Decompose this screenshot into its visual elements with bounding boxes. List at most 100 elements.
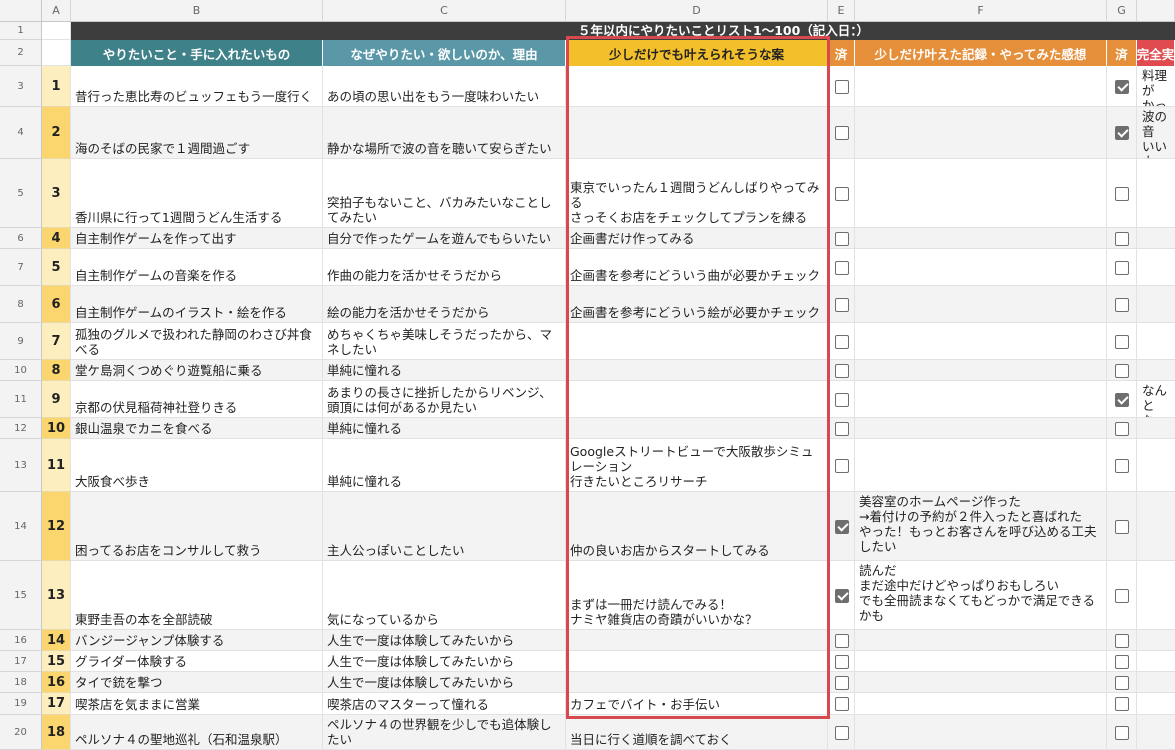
column-header-a[interactable]: A: [42, 0, 71, 22]
reason-cell[interactable]: 人生で一度は体験してみたいから: [323, 651, 566, 672]
plan-cell[interactable]: [566, 107, 828, 159]
checkbox[interactable]: [1115, 364, 1129, 378]
complete-cell[interactable]: [1137, 228, 1175, 249]
checkbox[interactable]: [1115, 80, 1129, 94]
checkbox[interactable]: [835, 298, 849, 312]
plan-cell[interactable]: [566, 381, 828, 418]
wish-cell[interactable]: 海のそばの民家で１週間過ごす: [71, 107, 323, 159]
reason-cell[interactable]: 作曲の能力を活かせそうだから: [323, 249, 566, 286]
wish-cell[interactable]: グライダー体験する: [71, 651, 323, 672]
record-cell[interactable]: [855, 381, 1107, 418]
column-header-b[interactable]: B: [71, 0, 323, 22]
checkbox[interactable]: [1115, 393, 1129, 407]
header-done-2[interactable]: 済: [1107, 40, 1137, 66]
complete-cell[interactable]: [1137, 439, 1175, 492]
header-small-plan[interactable]: 少しだけでも叶えられそうな案: [566, 40, 828, 66]
row-header-5[interactable]: 5: [0, 159, 42, 228]
reason-cell[interactable]: めちゃくちゃ美味しそうだったから、マネしたい: [323, 323, 566, 360]
wish-cell[interactable]: 自主制作ゲームのイラスト・絵を作る: [71, 286, 323, 323]
complete-cell[interactable]: [1137, 286, 1175, 323]
row-header-18[interactable]: 18: [0, 672, 42, 693]
reason-cell[interactable]: 人生で一度は体験してみたいから: [323, 672, 566, 693]
plan-cell[interactable]: [566, 360, 828, 381]
wish-cell[interactable]: 孤独のグルメで扱われた静岡のわさび丼食べる: [71, 323, 323, 360]
row-header-8[interactable]: 8: [0, 286, 42, 323]
wish-cell[interactable]: 東野圭吾の本を全部読破: [71, 561, 323, 630]
row-header-6[interactable]: 6: [0, 228, 42, 249]
header-complete[interactable]: 完全実: [1137, 40, 1175, 66]
wish-cell[interactable]: 大阪食べ歩き: [71, 439, 323, 492]
reason-cell[interactable]: あの頃の思い出をもう一度味わいたい: [323, 66, 566, 107]
record-cell[interactable]: [855, 651, 1107, 672]
record-cell[interactable]: [855, 66, 1107, 107]
item-number[interactable]: 14: [42, 630, 71, 651]
item-number[interactable]: 5: [42, 249, 71, 286]
record-cell[interactable]: [855, 228, 1107, 249]
column-header-d[interactable]: D: [566, 0, 828, 22]
row-header-9[interactable]: 9: [0, 323, 42, 360]
item-number[interactable]: 1: [42, 66, 71, 107]
checkbox[interactable]: [835, 261, 849, 275]
checkbox[interactable]: [835, 726, 849, 740]
row-header-14[interactable]: 14: [0, 492, 42, 561]
record-cell[interactable]: [855, 439, 1107, 492]
plan-cell[interactable]: 企画書を参考にどういう曲が必要かチェック: [566, 249, 828, 286]
wish-cell[interactable]: 困ってるお店をコンサルして救う: [71, 492, 323, 561]
complete-cell[interactable]: なんと なった: [1137, 381, 1175, 418]
plan-cell[interactable]: [566, 672, 828, 693]
item-number[interactable]: 15: [42, 651, 71, 672]
plan-cell[interactable]: 東京でいったん１週間うどんしばりやってみる さっそくお店をチェックしてプランを練…: [566, 159, 828, 228]
item-number[interactable]: 3: [42, 159, 71, 228]
row-header-12[interactable]: 12: [0, 418, 42, 439]
row-header-11[interactable]: 11: [0, 381, 42, 418]
complete-cell[interactable]: 波の音 いい人 らった: [1137, 107, 1175, 159]
complete-cell[interactable]: [1137, 492, 1175, 561]
record-cell[interactable]: [855, 715, 1107, 750]
wish-cell[interactable]: 京都の伏見稲荷神社登りきる: [71, 381, 323, 418]
column-header-e[interactable]: E: [828, 0, 855, 22]
checkbox[interactable]: [1115, 126, 1129, 140]
select-all-corner[interactable]: [0, 0, 42, 22]
complete-cell[interactable]: [1137, 418, 1175, 439]
reason-cell[interactable]: 単純に憧れる: [323, 360, 566, 381]
reason-cell[interactable]: 人生で一度は体験してみたいから: [323, 630, 566, 651]
reason-cell[interactable]: 主人公っぽいことしたい: [323, 492, 566, 561]
checkbox[interactable]: [1115, 298, 1129, 312]
row-header-19[interactable]: 19: [0, 693, 42, 715]
record-cell[interactable]: [855, 286, 1107, 323]
item-number[interactable]: 13: [42, 561, 71, 630]
row-header-16[interactable]: 16: [0, 630, 42, 651]
column-header-h[interactable]: [1137, 0, 1175, 22]
item-number[interactable]: 11: [42, 439, 71, 492]
checkbox[interactable]: [1115, 655, 1129, 669]
column-header-g[interactable]: G: [1107, 0, 1137, 22]
row-header-3[interactable]: 3: [0, 66, 42, 107]
checkbox[interactable]: [835, 393, 849, 407]
wish-cell[interactable]: 香川県に行って1週間うどん生活する: [71, 159, 323, 228]
item-number[interactable]: 8: [42, 360, 71, 381]
plan-cell[interactable]: [566, 418, 828, 439]
row-header-17[interactable]: 17: [0, 651, 42, 672]
item-number[interactable]: 10: [42, 418, 71, 439]
item-number[interactable]: 7: [42, 323, 71, 360]
reason-cell[interactable]: 気になっているから: [323, 561, 566, 630]
checkbox[interactable]: [835, 459, 849, 473]
row-header-2[interactable]: 2: [0, 40, 42, 66]
reason-cell[interactable]: あまりの長さに挫折したからリベンジ、頭頂には何があるか見たい: [323, 381, 566, 418]
complete-cell[interactable]: [1137, 360, 1175, 381]
checkbox[interactable]: [1115, 697, 1129, 711]
blank-cell-a2[interactable]: [42, 40, 71, 66]
record-cell[interactable]: [855, 249, 1107, 286]
checkbox[interactable]: [835, 520, 849, 534]
item-number[interactable]: 18: [42, 715, 71, 750]
complete-cell[interactable]: [1137, 715, 1175, 750]
checkbox[interactable]: [835, 589, 849, 603]
complete-cell[interactable]: [1137, 249, 1175, 286]
row-header-10[interactable]: 10: [0, 360, 42, 381]
reason-cell[interactable]: 単純に憧れる: [323, 418, 566, 439]
plan-cell[interactable]: 企画書を参考にどういう絵が必要かチェック: [566, 286, 828, 323]
wish-cell[interactable]: 自主制作ゲームの音楽を作る: [71, 249, 323, 286]
column-header-c[interactable]: C: [323, 0, 566, 22]
checkbox[interactable]: [835, 422, 849, 436]
row-header-15[interactable]: 15: [0, 561, 42, 630]
